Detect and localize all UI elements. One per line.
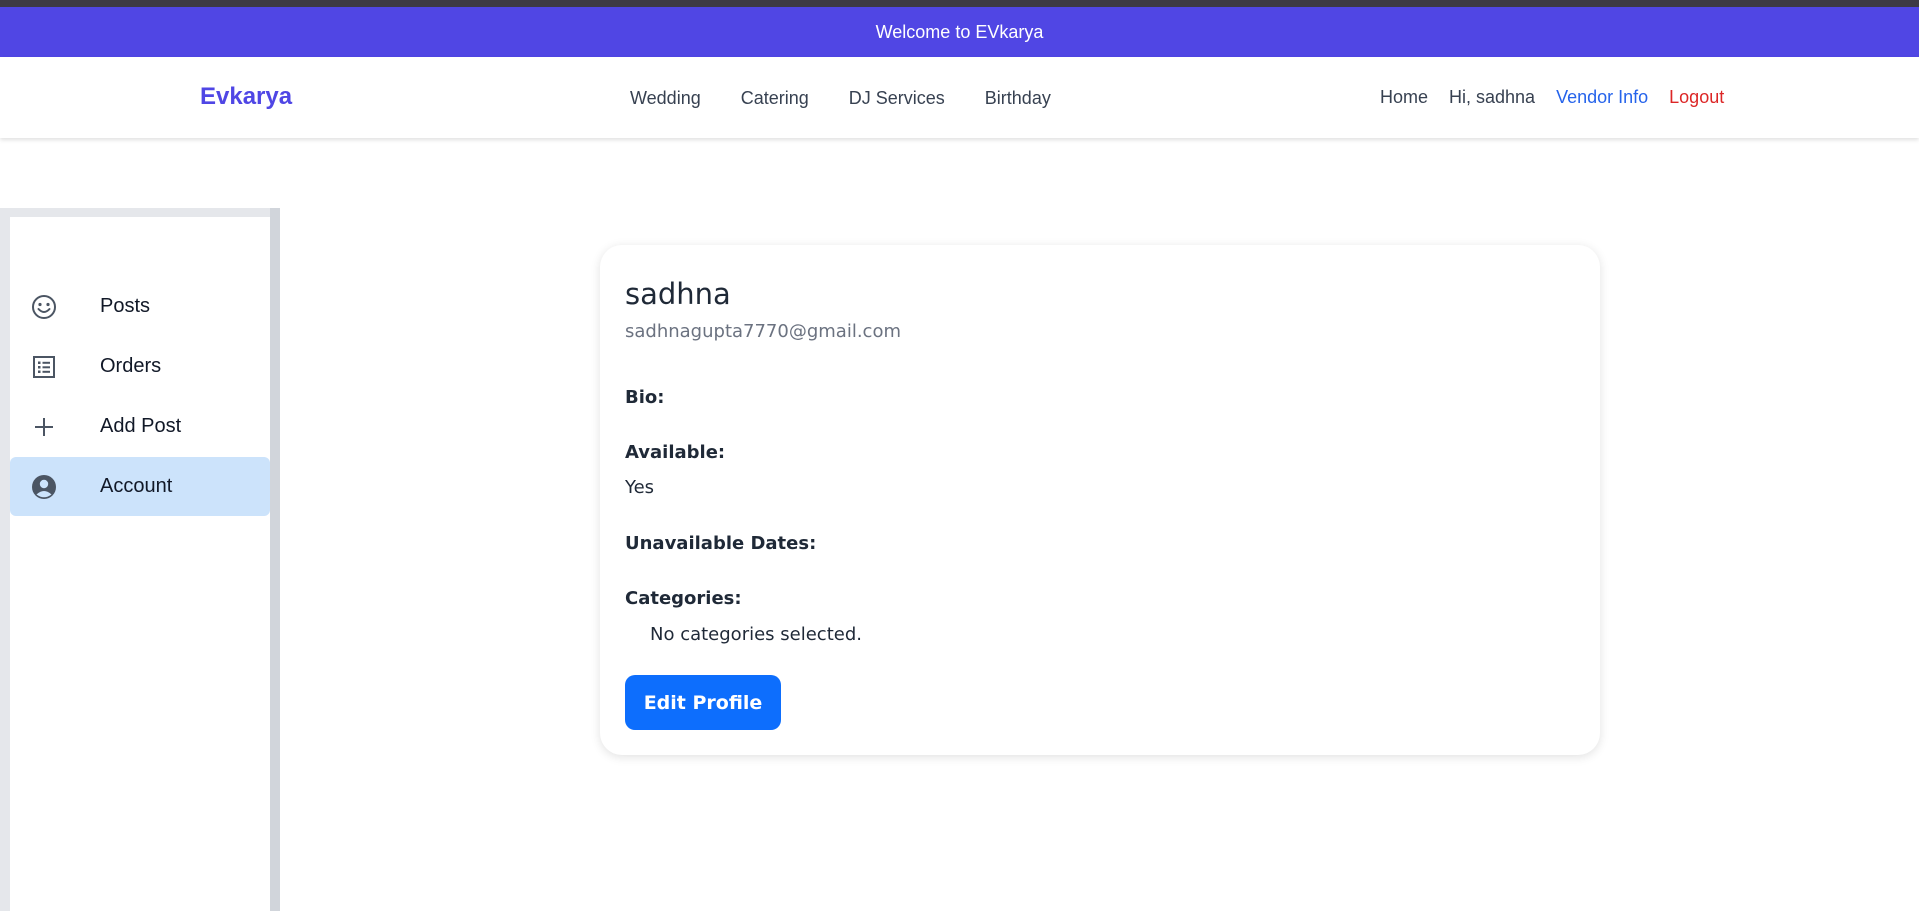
nav-link-dj-services[interactable]: DJ Services bbox=[849, 88, 945, 109]
nav-link-home[interactable]: Home bbox=[1380, 87, 1428, 108]
logout-link[interactable]: Logout bbox=[1669, 87, 1724, 108]
sidebar: Posts Orders Add Post Account bbox=[10, 217, 270, 911]
available-label: Available: bbox=[625, 442, 726, 463]
welcome-banner: Welcome to EVkarya bbox=[0, 7, 1919, 57]
sidebar-item-label: Add Post bbox=[100, 415, 182, 437]
categories-label: Categories: bbox=[625, 588, 742, 609]
edit-profile-button[interactable]: Edit Profile bbox=[625, 675, 781, 730]
profile-name: sadhna bbox=[625, 277, 731, 311]
window-top-strip bbox=[0, 0, 1919, 7]
category-nav: Wedding Catering DJ Services Birthday bbox=[630, 88, 1091, 109]
profile-email: sadhnagupta7770@gmail.com bbox=[625, 321, 901, 342]
categories-value: No categories selected. bbox=[650, 624, 862, 645]
profile-card: sadhna sadhnagupta7770@gmail.com Bio: Av… bbox=[600, 245, 1600, 755]
sidebar-item-add-post[interactable]: Add Post bbox=[10, 397, 270, 456]
sidebar-scroll-edge bbox=[270, 208, 280, 911]
sidebar-item-label: Account bbox=[100, 475, 173, 497]
nav-link-catering[interactable]: Catering bbox=[741, 88, 809, 109]
available-value: Yes bbox=[625, 477, 655, 498]
nav-link-birthday[interactable]: Birthday bbox=[985, 88, 1051, 109]
user-greeting: Hi, sadhna bbox=[1449, 87, 1536, 107]
brand-logo[interactable]: Evkarya bbox=[200, 83, 292, 111]
bio-label: Bio: bbox=[625, 387, 665, 408]
vendor-info-link[interactable]: Vendor Info bbox=[1556, 87, 1648, 108]
welcome-banner-text: Welcome to EVkarya bbox=[875, 21, 1044, 42]
smiley-icon bbox=[30, 293, 58, 321]
sidebar-item-orders[interactable]: Orders bbox=[10, 337, 270, 396]
list-icon bbox=[30, 353, 58, 381]
sidebar-item-label: Orders bbox=[100, 355, 162, 377]
account-circle-icon bbox=[30, 473, 58, 501]
navbar: Evkarya Wedding Catering DJ Services Bir… bbox=[0, 57, 1919, 138]
sidebar-item-label: Posts bbox=[100, 295, 151, 317]
plus-icon bbox=[30, 413, 58, 441]
user-nav: Home Hi, sadhna Vendor Info Logout bbox=[1380, 87, 1724, 108]
nav-link-wedding[interactable]: Wedding bbox=[630, 88, 701, 109]
unavailable-dates-label: Unavailable Dates: bbox=[625, 533, 817, 554]
sidebar-item-account[interactable]: Account bbox=[10, 457, 270, 516]
sidebar-item-posts[interactable]: Posts bbox=[10, 277, 270, 336]
